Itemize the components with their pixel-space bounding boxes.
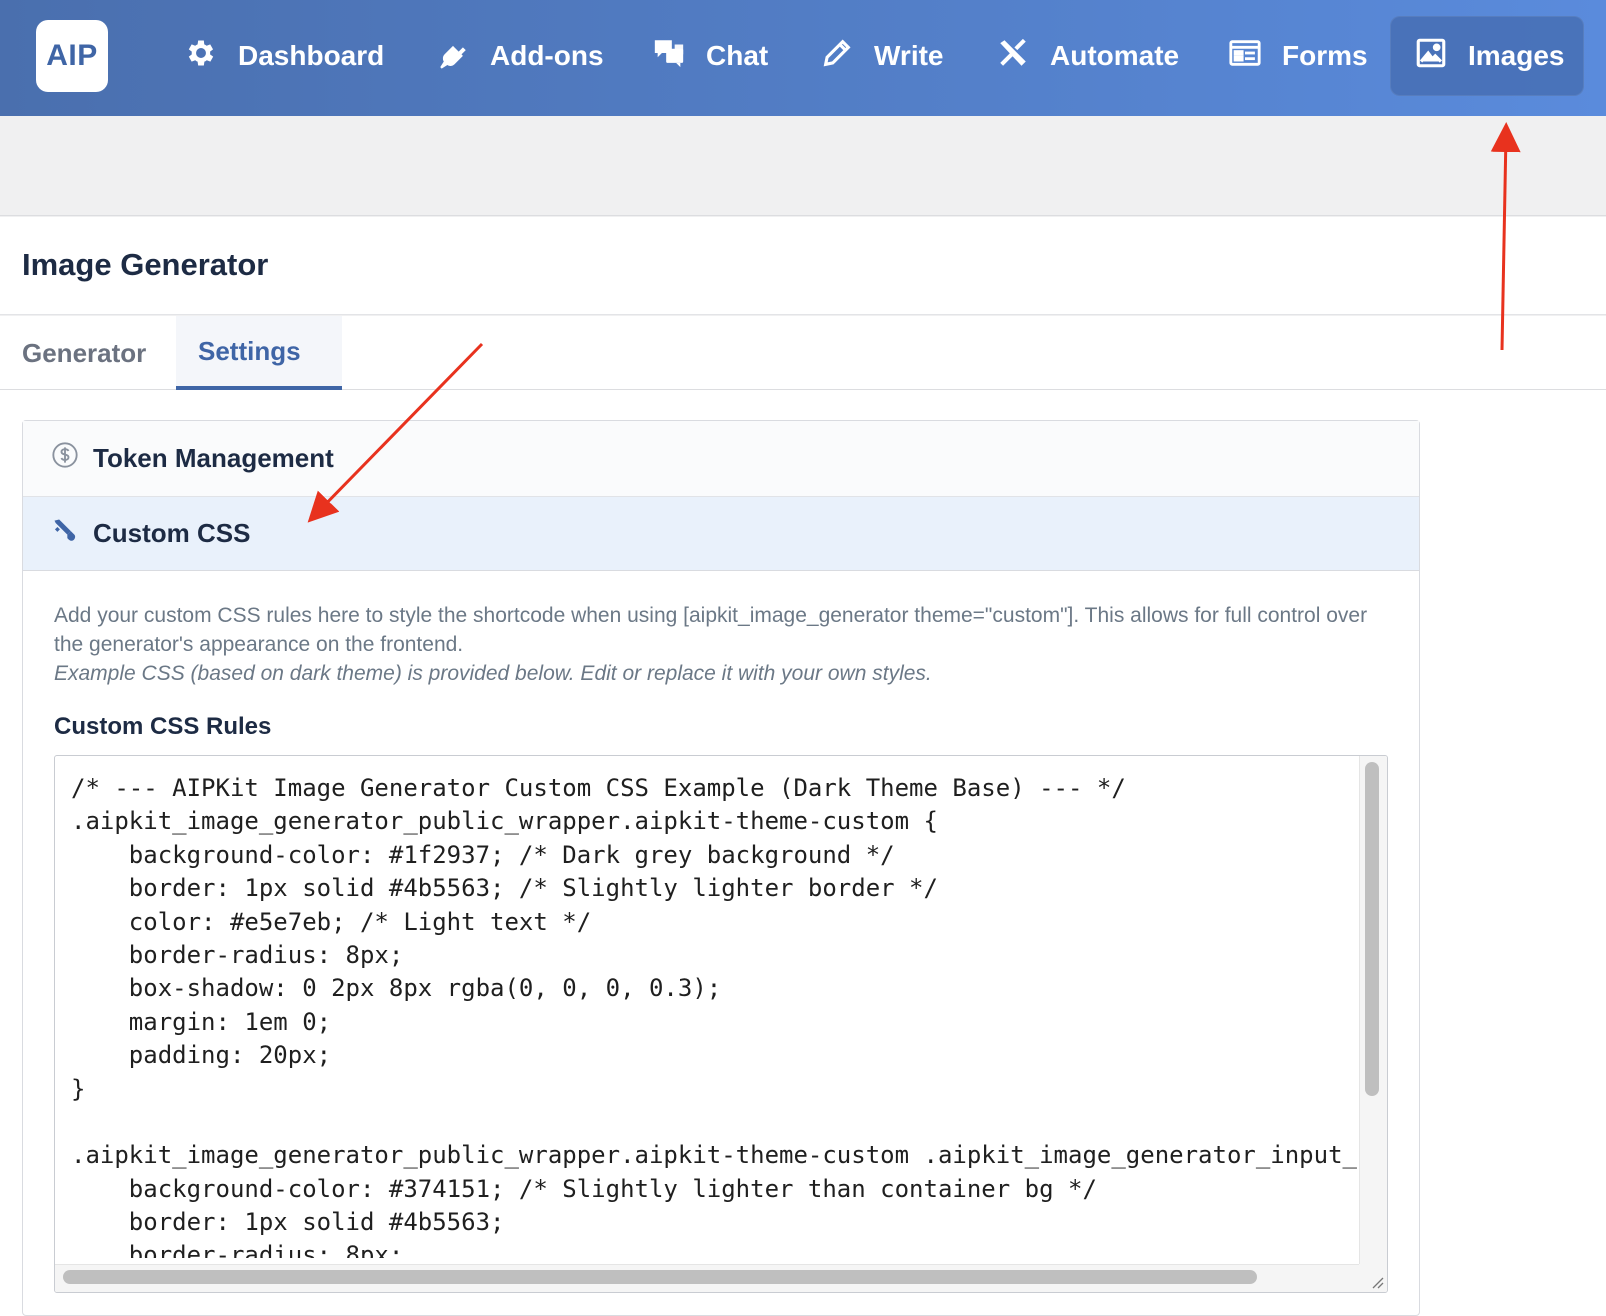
- gear-icon: [184, 36, 218, 77]
- code-line: border-radius: 8px;: [71, 1241, 404, 1258]
- section-token-label: Token Management: [93, 443, 334, 473]
- code-line: background-color: #374151; /* Slightly l…: [71, 1174, 1097, 1203]
- nav-item-write[interactable]: Write: [796, 16, 968, 96]
- code-line: color: #e5e7eb; /* Light text */: [71, 907, 592, 936]
- image-icon: [1414, 36, 1448, 77]
- tab-generator[interactable]: Generator: [0, 316, 174, 390]
- description-italic: Example CSS (based on dark theme) is pro…: [54, 662, 932, 685]
- tab-bar: Generator Settings: [0, 316, 1606, 390]
- nav-item-chat[interactable]: Chat: [628, 16, 792, 96]
- app-logo[interactable]: AIP: [36, 20, 108, 92]
- nav-item-forms[interactable]: Forms: [1204, 16, 1392, 96]
- code-line: margin: 1em 0;: [71, 1007, 332, 1036]
- chat-bubbles-icon: [652, 36, 686, 77]
- resize-handle[interactable]: [1359, 1264, 1387, 1292]
- nav-label-images: Images: [1468, 40, 1565, 71]
- nav-item-images[interactable]: Images: [1390, 16, 1584, 96]
- custom-css-textarea[interactable]: /* --- AIPKit Image Generator Custom CSS…: [54, 755, 1388, 1293]
- settings-card: Token Management Custom CSS Add your cus…: [22, 420, 1420, 1316]
- nav-label-chat: Chat: [706, 40, 769, 71]
- section-custom-css-label: Custom CSS: [93, 518, 251, 548]
- section-custom-css[interactable]: Custom CSS: [23, 497, 1419, 571]
- vertical-scroll-thumb[interactable]: [1365, 762, 1379, 1096]
- nav-label-dashboard: Dashboard: [238, 40, 385, 71]
- code-line: .aipkit_image_generator_public_wrapper.a…: [71, 1141, 1357, 1170]
- description-text: Add your custom CSS rules here to style …: [54, 604, 1368, 656]
- section-token-management[interactable]: Token Management: [23, 421, 1419, 497]
- nav-label-add-ons: Add-ons: [490, 40, 604, 71]
- dollar-circle-icon: [51, 441, 79, 476]
- horizontal-scrollbar[interactable]: [55, 1264, 1361, 1292]
- code-line: .aipkit_image_generator_public_wrapper.a…: [71, 807, 938, 836]
- code-line: padding: 20px;: [71, 1041, 332, 1070]
- top-nav-bar: AIP Dashboard Add-ons Chat Write Automat…: [0, 0, 1606, 116]
- nav-label-automate: Automate: [1050, 40, 1180, 71]
- page-header: Image Generator: [0, 217, 1606, 315]
- nav-label-forms: Forms: [1282, 40, 1368, 71]
- admin-notice-area: [0, 116, 1606, 216]
- page-title: Image Generator: [22, 247, 269, 282]
- code-line: /* --- AIPKit Image Generator Custom CSS…: [71, 774, 1126, 802]
- nav-label-write: Write: [874, 40, 944, 71]
- code-line: background-color: #1f2937; /* Dark grey …: [71, 840, 895, 869]
- paint-brush-icon: [51, 516, 79, 551]
- custom-css-description: Add your custom CSS rules here to style …: [54, 601, 1394, 688]
- tools-icon: [996, 36, 1030, 77]
- css-code-content[interactable]: /* --- AIPKit Image Generator Custom CSS…: [71, 772, 1359, 1258]
- code-line: border-radius: 8px;: [71, 940, 404, 969]
- form-icon: [1228, 36, 1262, 77]
- plug-icon: [436, 36, 470, 77]
- nav-item-dashboard[interactable]: Dashboard: [160, 16, 408, 96]
- vertical-scrollbar[interactable]: [1359, 756, 1387, 1266]
- custom-css-rules-label: Custom CSS Rules: [54, 713, 272, 740]
- tab-settings[interactable]: Settings: [176, 316, 342, 390]
- code-line: }: [71, 1074, 86, 1103]
- code-line: box-shadow: 0 2px 8px rgba(0, 0, 0, 0.3)…: [71, 974, 722, 1003]
- code-line: border: 1px solid #4b5563; /* Slightly l…: [71, 874, 938, 903]
- horizontal-scroll-thumb[interactable]: [63, 1270, 1257, 1284]
- nav-item-add-ons[interactable]: Add-ons: [412, 16, 628, 96]
- pencil-icon: [820, 36, 854, 77]
- nav-item-automate[interactable]: Automate: [972, 16, 1203, 96]
- code-line: border: 1px solid #4b5563;: [71, 1208, 505, 1237]
